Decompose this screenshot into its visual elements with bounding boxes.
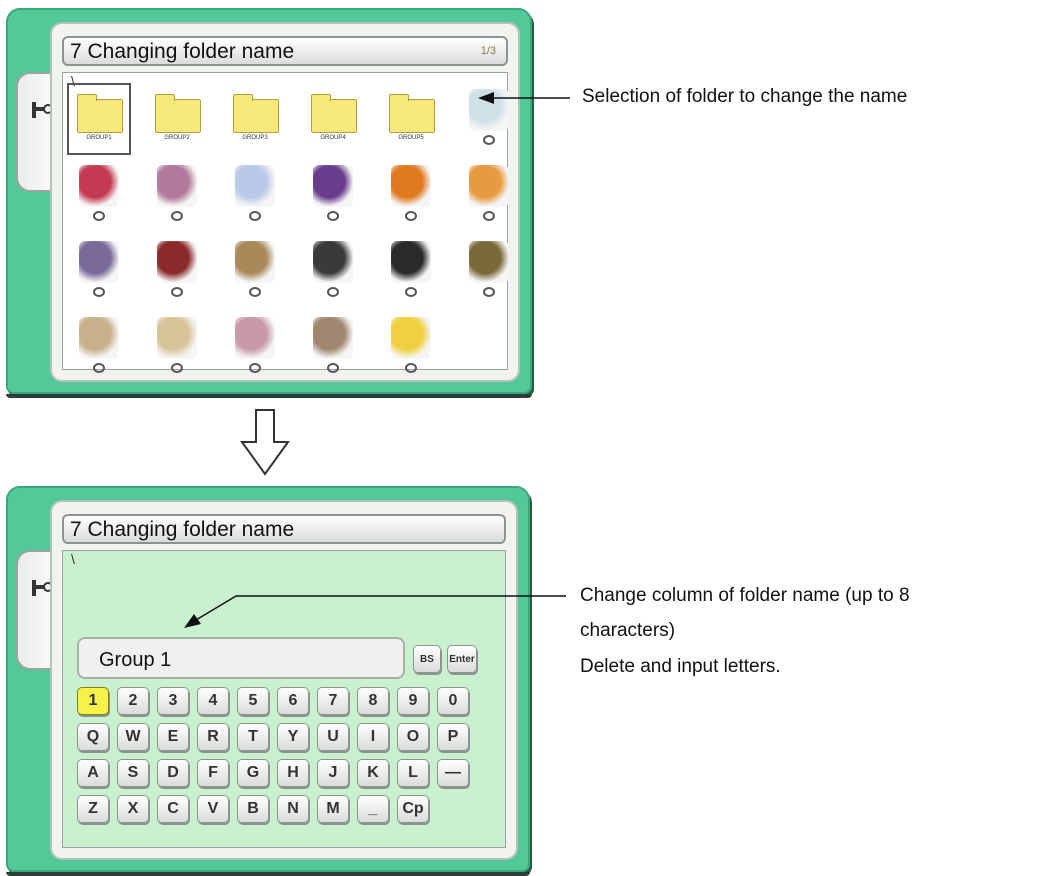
callout-lines: [184, 92, 570, 628]
callout-change-column-cont: characters): [580, 620, 676, 641]
callout-delete-input: Delete and input letters.: [580, 656, 781, 677]
callout-change-column: Change column of folder name (up to 8: [580, 585, 910, 606]
callout-select-folder: Selection of folder to change the name: [582, 86, 908, 107]
